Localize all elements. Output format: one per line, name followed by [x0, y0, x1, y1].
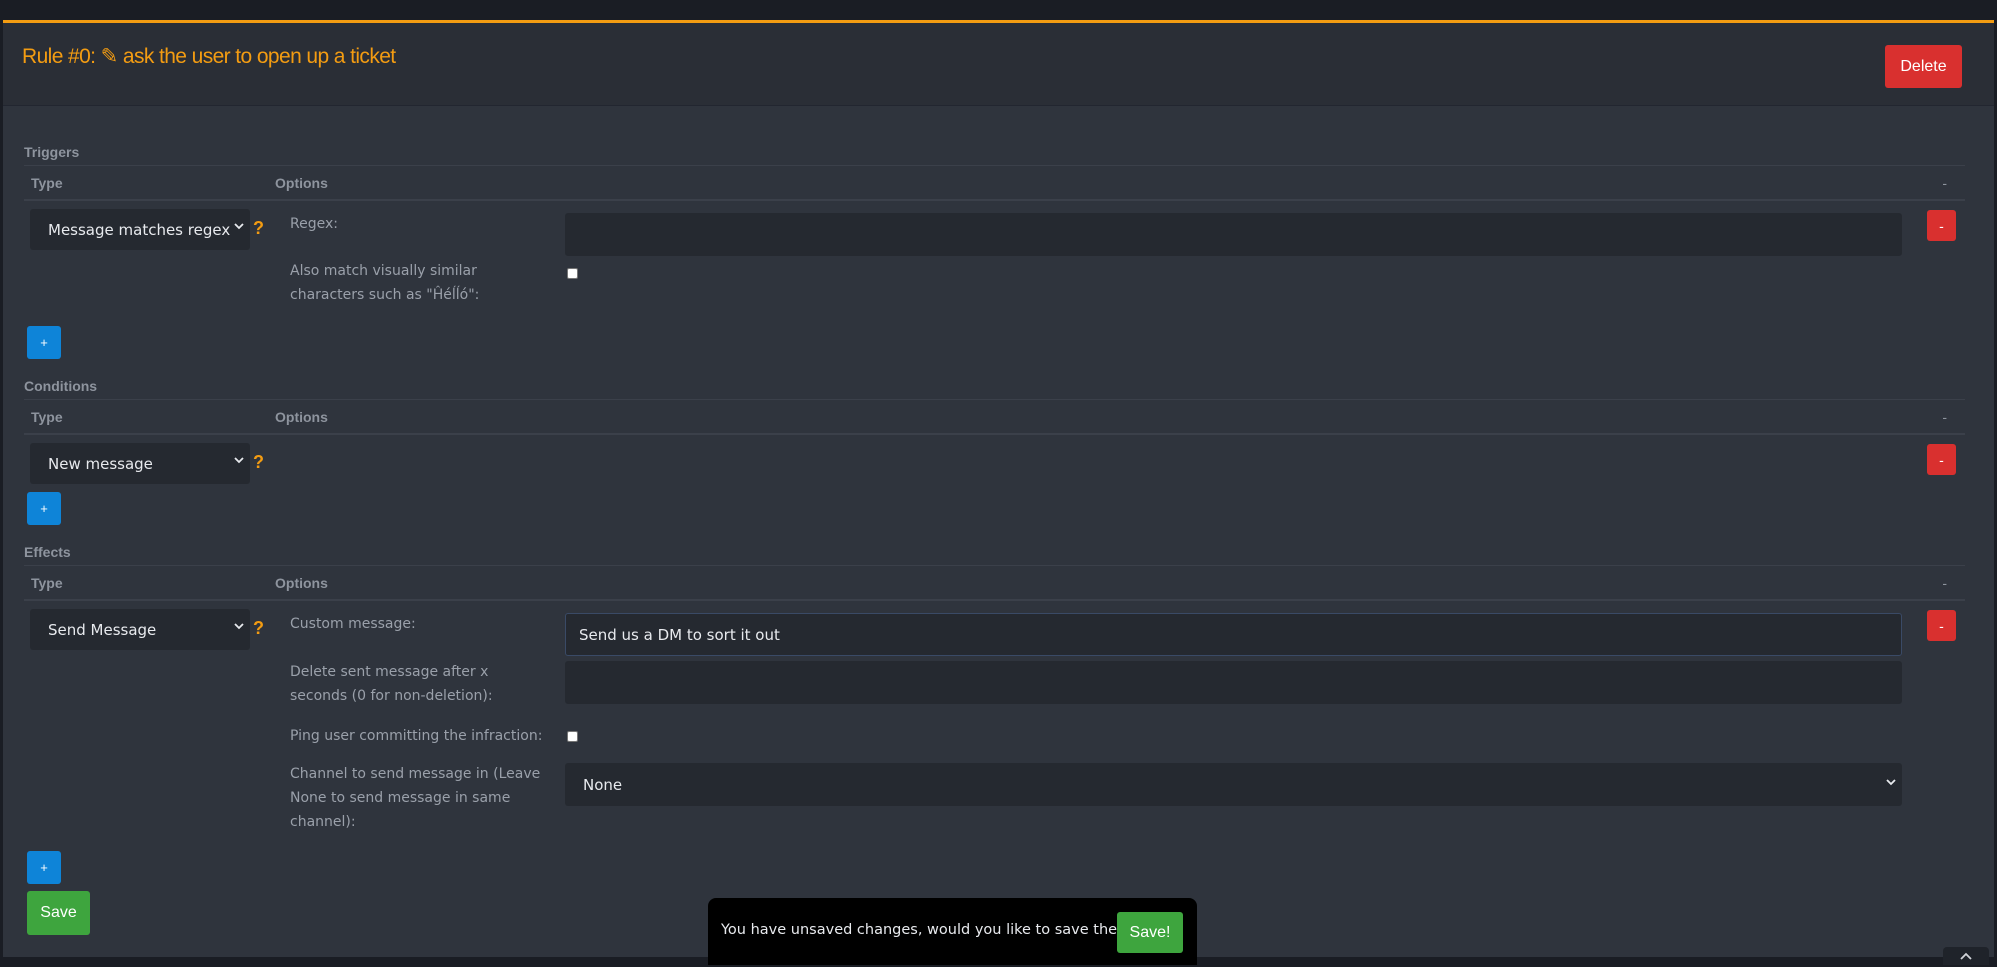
- similar-chars-checkbox[interactable]: [567, 268, 578, 279]
- custom-message-label: Custom message:: [290, 616, 416, 632]
- effect-help-icon[interactable]: ?: [253, 618, 264, 639]
- chevron-down-icon: [1886, 776, 1896, 790]
- triggers-header-options: Options: [275, 175, 328, 191]
- remove-effect-button[interactable]: -: [1927, 610, 1956, 641]
- effects-header-remove: -: [1942, 575, 1947, 591]
- conditions-header-type: Type: [31, 409, 63, 425]
- remove-condition-button[interactable]: -: [1927, 444, 1956, 475]
- chevron-up-icon: [1960, 950, 1972, 963]
- rule-header: Rule #0: ✎ ask the user to open up a tic…: [3, 23, 1994, 106]
- custom-message-input[interactable]: Send us a DM to sort it out: [565, 613, 1902, 656]
- delete-after-label: Delete sent message after x seconds (0 f…: [290, 664, 493, 704]
- trigger-help-icon[interactable]: ?: [253, 218, 264, 239]
- scroll-to-top-button[interactable]: [1943, 947, 1989, 965]
- save-button[interactable]: Save: [27, 891, 90, 935]
- triggers-table-header: Type Options -: [24, 165, 1965, 201]
- toast-save-button[interactable]: Save!: [1117, 912, 1183, 953]
- trigger-type-select[interactable]: Message matches regex: [30, 209, 250, 250]
- triggers-header-type: Type: [31, 175, 63, 191]
- channel-select-value: None: [583, 775, 623, 794]
- ping-user-checkbox[interactable]: [567, 731, 578, 742]
- condition-type-value: New message: [48, 454, 153, 473]
- rule-panel: Rule #0: ✎ ask the user to open up a tic…: [3, 20, 1994, 957]
- conditions-table-header: Type Options -: [24, 399, 1965, 435]
- condition-type-select[interactable]: New message: [30, 443, 250, 484]
- chevron-down-icon: [234, 620, 244, 634]
- effects-header-type: Type: [31, 575, 63, 591]
- triggers-header-remove: -: [1942, 175, 1947, 191]
- effects-table-header: Type Options -: [24, 565, 1965, 601]
- chevron-down-icon: [234, 220, 244, 234]
- condition-help-icon[interactable]: ?: [253, 452, 264, 473]
- add-trigger-button[interactable]: +: [27, 326, 61, 359]
- regex-label: Regex:: [290, 216, 338, 232]
- remove-trigger-button[interactable]: -: [1927, 210, 1956, 241]
- effect-type-value: Send Message: [48, 620, 157, 639]
- rule-title[interactable]: Rule #0: ✎ ask the user to open up a tic…: [22, 44, 396, 69]
- channel-label: Channel to send message in (Leave None t…: [290, 766, 541, 830]
- toast-message: You have unsaved changes, would you like…: [721, 922, 1139, 938]
- conditions-header-remove: -: [1942, 409, 1947, 425]
- conditions-section-label: Conditions: [24, 378, 98, 394]
- chevron-down-icon: [234, 454, 244, 468]
- delete-after-input[interactable]: [565, 661, 1902, 704]
- trigger-type-value: Message matches regex: [48, 220, 231, 239]
- delete-rule-button[interactable]: Delete: [1885, 45, 1962, 88]
- add-effect-button[interactable]: +: [27, 851, 61, 884]
- channel-select[interactable]: None: [565, 763, 1902, 806]
- add-condition-button[interactable]: +: [27, 492, 61, 525]
- effects-section-label: Effects: [24, 544, 71, 560]
- regex-input[interactable]: [565, 213, 1902, 256]
- triggers-section-label: Triggers: [24, 144, 80, 160]
- ping-user-label: Ping user committing the infraction:: [290, 728, 543, 744]
- conditions-header-options: Options: [275, 409, 328, 425]
- unsaved-changes-toast: You have unsaved changes, would you like…: [708, 898, 1197, 965]
- effect-type-select[interactable]: Send Message: [30, 609, 250, 650]
- similar-chars-label: Also match visually similar characters s…: [290, 263, 480, 303]
- effects-header-options: Options: [275, 575, 328, 591]
